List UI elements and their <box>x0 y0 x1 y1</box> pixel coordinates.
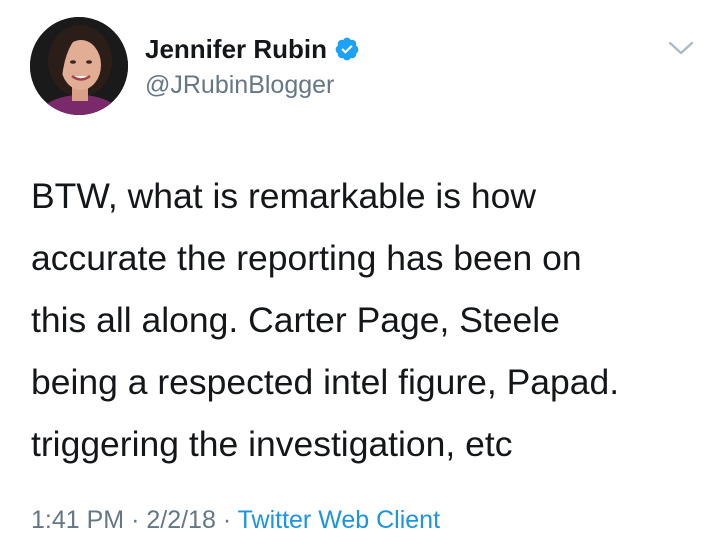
tweet-text-line: BTW, what is remarkable is how <box>31 176 537 216</box>
verified-badge-icon <box>334 36 360 62</box>
tweet-text-line: triggering the investigation, etc <box>31 424 513 464</box>
tweet-date[interactable]: 2/2/18 <box>146 506 216 534</box>
separator: · <box>131 506 140 534</box>
display-name[interactable]: Jennifer Rubin <box>145 33 327 65</box>
author-handle[interactable]: @JRubinBlogger <box>145 70 334 100</box>
avatar-photo <box>30 17 128 115</box>
separator: · <box>222 506 232 534</box>
tweet-text-line: being a respected intel figure, Papad. <box>31 362 620 402</box>
tweet-time[interactable]: 1:41 PM <box>31 506 124 534</box>
tweet-card: Jennifer Rubin @JRubinBlogger BTW, what … <box>0 0 720 557</box>
avatar[interactable] <box>30 17 128 115</box>
tweet-text-line: accurate the reporting has been on <box>31 238 582 278</box>
author-name-row[interactable]: Jennifer Rubin <box>145 33 360 65</box>
tweet-text: BTW, what is remarkable is how accurate … <box>31 165 691 475</box>
chevron-down-icon[interactable] <box>666 37 696 59</box>
tweet-text-line: this all along. Carter Page, Steele <box>31 300 560 340</box>
tweet-metadata: 1:41 PM · 2/2/18 · Twitter Web Client <box>31 503 440 537</box>
client-link[interactable]: Twitter Web Client <box>238 506 440 534</box>
